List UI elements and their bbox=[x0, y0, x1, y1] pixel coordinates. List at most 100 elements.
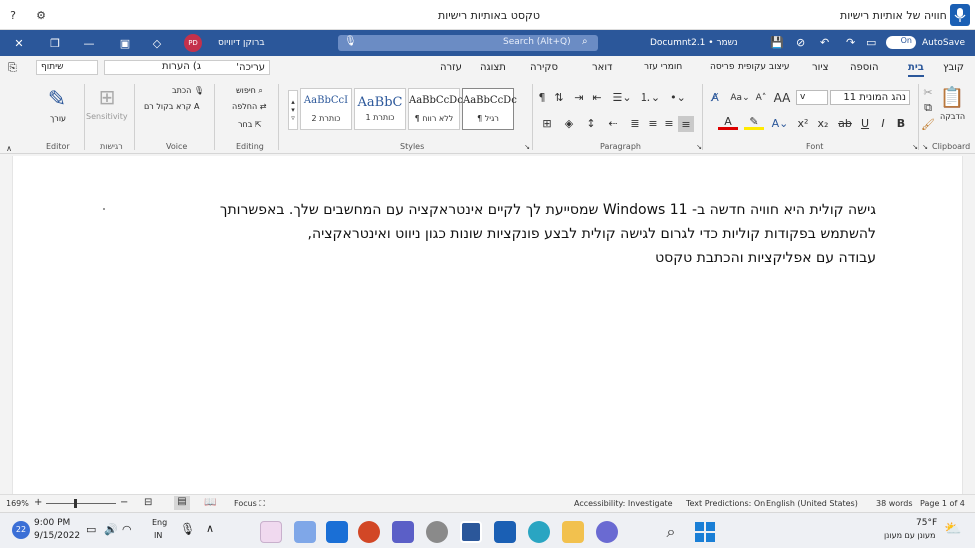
battery-icon[interactable]: ▭ bbox=[86, 523, 96, 536]
align-right-icon[interactable]: ≡ bbox=[646, 116, 660, 130]
microphone-button[interactable] bbox=[950, 4, 970, 26]
font-name-field[interactable]: נהג המונית 11 bbox=[830, 90, 910, 105]
zoom-in-icon[interactable]: + bbox=[34, 497, 42, 508]
font-size-field[interactable]: v bbox=[796, 90, 828, 105]
tab-mailings[interactable]: דואר bbox=[592, 62, 613, 73]
grow-font-icon[interactable]: AA bbox=[772, 90, 792, 105]
tab-help[interactable]: עזרה bbox=[440, 62, 462, 73]
chat-icon[interactable] bbox=[596, 521, 618, 543]
close-window-button[interactable]: ✕ bbox=[8, 36, 30, 50]
restore-window-button[interactable]: ❐ bbox=[44, 36, 66, 50]
copy-icon[interactable]: ⧉ bbox=[922, 101, 934, 114]
clock-date[interactable]: 9/15/2022 bbox=[34, 531, 80, 541]
snipping-tool-icon[interactable] bbox=[260, 521, 282, 543]
shrink-font-icon[interactable]: A˄ bbox=[752, 90, 770, 105]
language-top[interactable]: Eng bbox=[152, 518, 167, 527]
undo-icon[interactable]: ↶ bbox=[820, 36, 829, 49]
wifi-icon[interactable]: ◠ bbox=[122, 523, 132, 536]
tab-references[interactable]: חומרי עזר bbox=[644, 62, 682, 72]
word-count[interactable]: 38 words bbox=[876, 499, 913, 508]
read-aloud-button[interactable]: קרא בקול רם A bbox=[144, 102, 200, 111]
find-button[interactable]: חיפוש ⌕ bbox=[236, 86, 263, 96]
clock-time[interactable]: 9:00 PM bbox=[34, 518, 70, 528]
microphone-icon[interactable]: 🎙 bbox=[344, 36, 357, 47]
align-left-icon[interactable]: ≡ bbox=[678, 116, 694, 132]
notification-badge[interactable]: 22 bbox=[12, 521, 30, 539]
zoom-level[interactable]: 169% bbox=[6, 499, 29, 508]
file-explorer-icon[interactable] bbox=[562, 521, 584, 543]
align-center-icon[interactable]: ≡ bbox=[662, 116, 676, 130]
microphone-icon[interactable]: 🎙 bbox=[180, 522, 195, 536]
autosave-toggle[interactable]: On bbox=[886, 36, 916, 49]
help-icon[interactable]: ? bbox=[4, 8, 22, 22]
rtl-icon[interactable]: ⇠ bbox=[606, 116, 620, 130]
decrease-indent-icon[interactable]: ⇤ bbox=[590, 90, 604, 104]
redo-icon[interactable]: ↷ bbox=[846, 36, 855, 49]
attach-icon[interactable]: ⊘ bbox=[796, 36, 805, 49]
multilevel-list-icon[interactable]: ☰⌄ bbox=[612, 90, 632, 104]
teams-icon[interactable] bbox=[392, 521, 414, 543]
tab-file[interactable]: קובץ bbox=[943, 62, 964, 73]
language-status[interactable]: English (United States) bbox=[766, 499, 858, 508]
zoom-thumb[interactable] bbox=[74, 499, 77, 508]
change-case-icon[interactable]: Aa⌄ bbox=[730, 90, 750, 105]
web-layout-icon[interactable]: ⊟ bbox=[144, 497, 152, 508]
numbered-list-icon[interactable]: ⒈⌄ bbox=[640, 90, 660, 104]
font-color-icon[interactable]: A bbox=[718, 115, 738, 130]
editor-icon[interactable]: ✎ bbox=[42, 84, 72, 114]
focus-button[interactable]: Focus ⛶ bbox=[234, 499, 265, 509]
edge-icon[interactable] bbox=[528, 521, 550, 543]
tab-insert[interactable]: הוספה bbox=[850, 62, 879, 73]
weather-temp[interactable]: 75°F bbox=[916, 518, 937, 528]
tab-draw[interactable]: ציור bbox=[812, 62, 829, 73]
chevron-up-icon[interactable]: ∧ bbox=[206, 522, 214, 535]
minimize-window-button[interactable]: — bbox=[78, 36, 100, 50]
tab-review[interactable]: סקירה bbox=[530, 62, 558, 73]
language-bottom[interactable]: IN bbox=[154, 531, 162, 540]
justify-icon[interactable]: ≣ bbox=[628, 116, 642, 130]
mail-icon[interactable] bbox=[326, 521, 348, 543]
store-icon[interactable] bbox=[494, 521, 516, 543]
subscript-icon[interactable]: x₂ bbox=[816, 116, 830, 130]
share-button[interactable]: שיתוף bbox=[36, 60, 98, 75]
text-predictions-status[interactable]: Text Predictions: On bbox=[686, 499, 765, 508]
highlight-icon[interactable]: ✎ bbox=[744, 115, 764, 130]
superscript-icon[interactable]: x² bbox=[796, 116, 810, 130]
word-icon[interactable] bbox=[460, 521, 482, 543]
style-heading-2[interactable]: AaBbCcI כותרת 2 bbox=[300, 88, 352, 130]
pilcrow-icon[interactable]: ¶ bbox=[536, 90, 548, 104]
present-icon[interactable]: ⎘ bbox=[8, 61, 17, 75]
styles-launcher-icon[interactable]: ↘ bbox=[522, 142, 532, 152]
voice-access-app-icon[interactable] bbox=[294, 521, 316, 543]
gear-icon[interactable]: ⚙ bbox=[32, 8, 50, 22]
save-icon[interactable]: 💾 bbox=[770, 36, 784, 49]
tab-view[interactable]: תצוגה bbox=[480, 62, 506, 73]
replace-button[interactable]: החלפה ⇄ bbox=[232, 102, 266, 111]
paste-icon[interactable]: 📋 bbox=[940, 84, 965, 110]
cut-icon[interactable]: ✂ bbox=[922, 86, 934, 99]
print-layout-icon[interactable]: ▤ bbox=[174, 496, 190, 510]
diamond-icon[interactable]: ◇ bbox=[146, 36, 168, 50]
start-button[interactable] bbox=[694, 521, 716, 543]
format-painter-icon[interactable]: 🖌 bbox=[921, 118, 935, 131]
powerpoint-icon[interactable] bbox=[358, 521, 380, 543]
clipboard-launcher-icon[interactable]: ↘ bbox=[920, 142, 930, 152]
italic-icon[interactable]: I bbox=[876, 116, 890, 130]
borders-icon[interactable]: ⊞ bbox=[540, 116, 554, 130]
underline-icon[interactable]: U bbox=[858, 116, 872, 130]
search-icon[interactable]: ⌕ bbox=[660, 521, 682, 543]
bullet-list-icon[interactable]: •⌄ bbox=[668, 90, 688, 104]
select-button[interactable]: בחר ⇱ bbox=[238, 120, 262, 129]
style-no-spacing[interactable]: AaBbCcDc ¶ ללא רווח bbox=[408, 88, 463, 130]
clear-formatting-icon[interactable]: A̸ bbox=[706, 90, 724, 105]
sort-icon[interactable]: ⇅ bbox=[552, 90, 566, 104]
document-page[interactable]: גישה קולית היא חוויה חדשה ב- Windows 11 … bbox=[12, 156, 963, 494]
comments-button[interactable]: ג) הערות bbox=[162, 61, 201, 72]
sensitivity-icon[interactable]: ⊞ bbox=[94, 84, 120, 110]
tab-design[interactable]: עיצוב עקופית bbox=[738, 62, 790, 72]
avatar[interactable]: PD bbox=[184, 34, 202, 52]
read-mode-icon[interactable]: 📖 bbox=[204, 497, 216, 508]
settings-icon[interactable] bbox=[426, 521, 448, 543]
ribbon-display-icon[interactable]: ▣ bbox=[114, 36, 136, 50]
accessibility-status[interactable]: Accessibility: Investigate bbox=[574, 499, 673, 508]
